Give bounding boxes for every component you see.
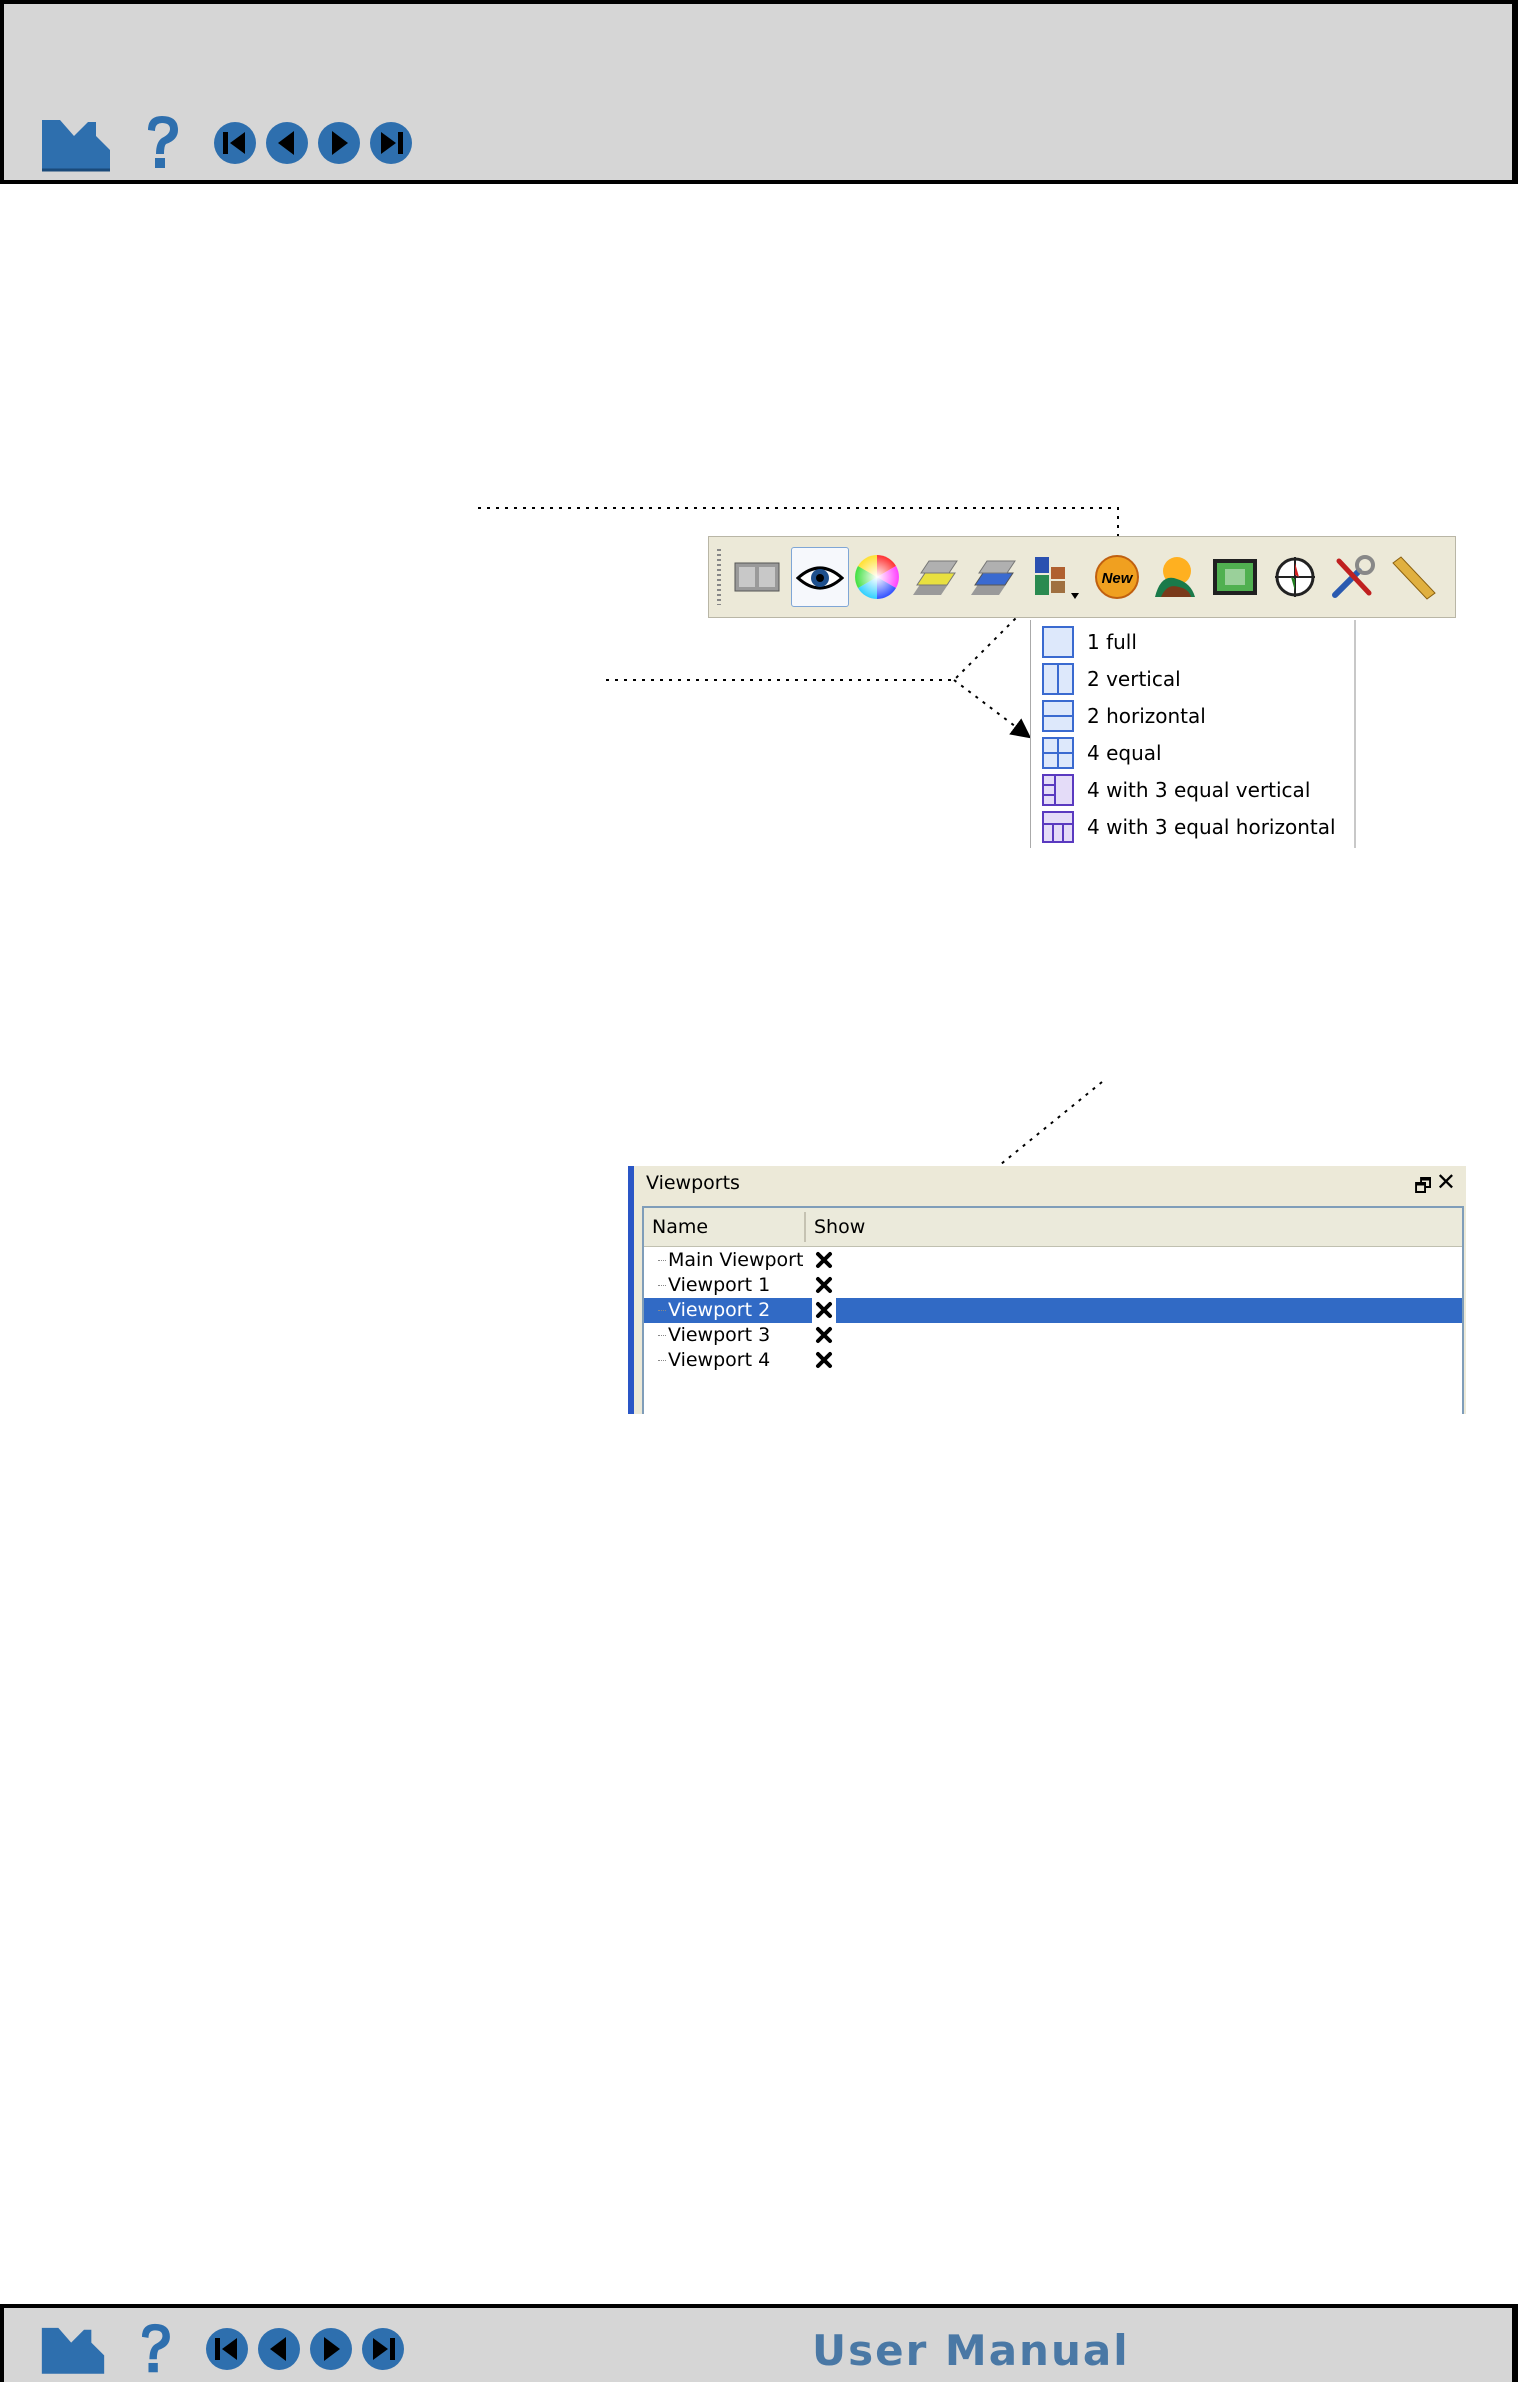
layout-4-3-vertical-icon xyxy=(1042,774,1074,806)
new-icon[interactable]: New xyxy=(1093,553,1141,601)
menu-item-2-vertical[interactable]: 2 vertical xyxy=(1041,661,1181,697)
table-row[interactable]: Viewport 4 xyxy=(644,1348,1462,1373)
layout-2-vertical-icon xyxy=(1042,663,1074,695)
show-checkbox[interactable] xyxy=(814,1300,834,1320)
menu-item-label: 4 with 3 equal vertical xyxy=(1087,778,1311,802)
tree-connector xyxy=(658,1285,666,1286)
manual-title: User Manual xyxy=(812,2326,1130,2375)
show-checkbox[interactable] xyxy=(814,1275,834,1295)
tree-connector xyxy=(658,1360,666,1361)
table-row[interactable]: Viewport 2 xyxy=(644,1298,1462,1323)
eye-button[interactable] xyxy=(791,547,849,607)
table-row[interactable]: Viewport 3 xyxy=(644,1323,1462,1348)
table-header: Name Show xyxy=(644,1208,1462,1247)
layers-yellow-icon[interactable] xyxy=(911,553,959,601)
tree-connector xyxy=(658,1335,666,1336)
layout-1-full-icon xyxy=(1042,626,1074,658)
close-panel-icon[interactable]: ✕ xyxy=(1436,1168,1456,1196)
layout-2-horizontal-icon xyxy=(1042,700,1074,732)
layers-blue-icon[interactable] xyxy=(969,553,1017,601)
table-row[interactable]: Main Viewport xyxy=(644,1248,1462,1273)
new-icon-label: New xyxy=(1102,570,1134,587)
color-wheel-icon[interactable] xyxy=(853,553,901,601)
tree-connector xyxy=(658,1260,666,1261)
footer-bar: User Manual xyxy=(0,2304,1518,2382)
layout-menu: 1 full 2 vertical 2 horizontal 4 equal 4… xyxy=(1030,620,1356,848)
help-icon[interactable] xyxy=(136,2322,174,2376)
toolbar-grip[interactable] xyxy=(717,549,721,605)
toolbar: New xyxy=(708,536,1456,618)
compass-icon[interactable] xyxy=(1271,553,1319,601)
viewport-name: Viewport 4 xyxy=(668,1349,771,1371)
viewport-name: Viewport 3 xyxy=(668,1324,771,1346)
viewport-name: Viewport 1 xyxy=(668,1274,771,1296)
table-row[interactable]: Viewport 1 xyxy=(644,1273,1462,1298)
menu-item-label: 4 equal xyxy=(1087,741,1162,765)
menu-item-label: 4 with 3 equal horizontal xyxy=(1087,815,1336,839)
tree-connector xyxy=(658,1310,666,1311)
menu-item-label: 2 vertical xyxy=(1087,667,1181,691)
viewports-panel-title: Viewports xyxy=(646,1172,740,1194)
show-checkbox[interactable] xyxy=(814,1250,834,1270)
menu-item-label: 2 horizontal xyxy=(1087,704,1206,728)
tools-icon[interactable] xyxy=(1329,553,1377,601)
viewport-name: Main Viewport xyxy=(668,1249,804,1271)
viewport-layout-icon[interactable] xyxy=(1033,553,1081,601)
viewports-panel: Viewports 🗗 ✕ Name Show Main Viewport Vie… xyxy=(628,1166,1466,1414)
layout-4-equal-icon xyxy=(1042,737,1074,769)
layout-panel-icon[interactable] xyxy=(733,553,781,601)
column-header-show[interactable]: Show xyxy=(814,1216,865,1238)
footer-nav xyxy=(40,2322,412,2376)
ruler-icon[interactable] xyxy=(1389,553,1437,601)
frame-icon[interactable] xyxy=(1211,553,1259,601)
next-page-icon[interactable] xyxy=(308,2326,354,2372)
menu-item-1-full[interactable]: 1 full xyxy=(1041,624,1137,660)
home-icon[interactable] xyxy=(40,2322,106,2376)
show-checkbox[interactable] xyxy=(814,1325,834,1345)
show-checkbox[interactable] xyxy=(814,1350,834,1370)
menu-item-2-horizontal[interactable]: 2 horizontal xyxy=(1041,698,1206,734)
column-divider[interactable] xyxy=(804,1212,806,1242)
menu-item-4-with-3-equal-horizontal[interactable]: 4 with 3 equal horizontal xyxy=(1041,809,1336,845)
layout-4-3-horizontal-icon xyxy=(1042,811,1074,843)
column-header-name[interactable]: Name xyxy=(652,1216,708,1238)
menu-item-label: 1 full xyxy=(1087,630,1137,654)
float-panel-icon[interactable]: 🗗 xyxy=(1414,1172,1432,1204)
viewport-name: Viewport 2 xyxy=(668,1299,771,1321)
menu-item-4-equal[interactable]: 4 equal xyxy=(1041,735,1162,771)
eye-icon xyxy=(796,566,844,590)
first-page-icon[interactable] xyxy=(204,2326,250,2372)
last-page-icon[interactable] xyxy=(360,2326,406,2372)
surface-icon[interactable] xyxy=(1151,553,1199,601)
viewports-table: Name Show Main Viewport Viewport 1 Viewpor… xyxy=(642,1206,1464,1414)
menu-item-4-with-3-equal-vertical[interactable]: 4 with 3 equal vertical xyxy=(1041,772,1310,808)
previous-page-icon[interactable] xyxy=(256,2326,302,2372)
